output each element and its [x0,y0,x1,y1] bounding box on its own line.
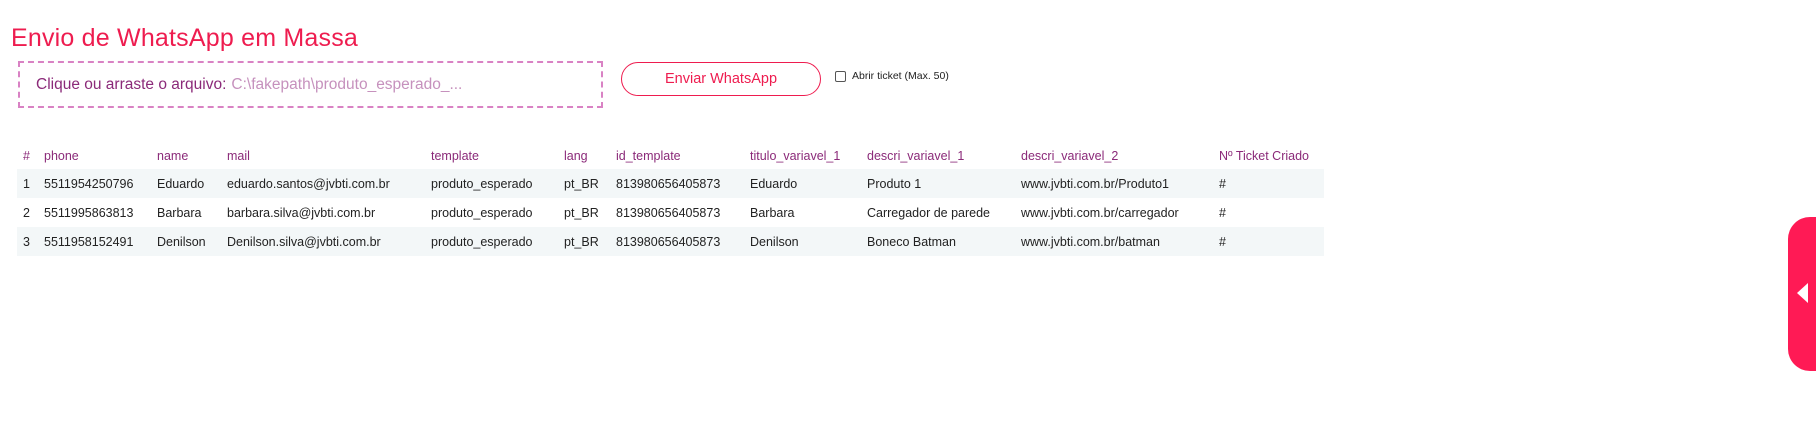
column-header-id-template: id_template [616,148,681,163]
open-ticket-label: Abrir ticket (Max. 50) [852,70,949,82]
cell-mail: Denilson.silva@jvbti.com.br [227,234,381,249]
cell-name: Barbara [157,205,202,220]
cell-phone: 5511958152491 [44,234,134,249]
cell-descri-variavel-2: www.jvbti.com.br/Produto1 [1021,176,1169,191]
cell-ticket-criado: # [1219,205,1226,220]
column-header-descri-variavel-1: descri_variavel_1 [867,148,965,163]
column-header-index: # [23,148,30,163]
cell-template: produto_esperado [431,234,533,249]
table-row: 3 5511958152491 Denilson Denilson.silva@… [17,227,1324,256]
cell-mail: eduardo.santos@jvbti.com.br [227,176,390,191]
cell-index: 2 [23,205,30,220]
cell-template: produto_esperado [431,176,533,191]
cell-index: 1 [23,176,30,191]
column-header-mail: mail [227,148,250,163]
cell-mail: barbara.silva@jvbti.com.br [227,205,376,220]
cell-ticket-criado: # [1219,176,1226,191]
caret-left-icon [1797,283,1808,303]
column-header-titulo-variavel-1: titulo_variavel_1 [750,148,841,163]
table-row: 1 5511954250796 Eduardo eduardo.santos@j… [17,169,1324,198]
file-dropzone[interactable]: Clique ou arraste o arquivo: C:\fakepath… [18,61,603,108]
cell-index: 3 [23,234,30,249]
table-header-row: # phone name mail template lang id_templ… [17,142,1324,169]
selected-filename: C:\fakepath\produto_esperado_... [231,75,463,93]
cell-phone: 5511995863813 [44,205,134,220]
page-title: Envio de WhatsApp em Massa [11,24,359,52]
cell-ticket-criado: # [1219,234,1226,249]
dropzone-label: Clique ou arraste o arquivo: [36,75,227,93]
column-header-descri-variavel-2: descri_variavel_2 [1021,148,1119,163]
table-row: 2 5511995863813 Barbara barbara.silva@jv… [17,198,1324,227]
cell-titulo-variavel-1: Eduardo [750,176,798,191]
cell-titulo-variavel-1: Barbara [750,205,795,220]
open-ticket-checkbox[interactable] [835,70,846,82]
cell-descri-variavel-1: Carregador de parede [867,205,990,220]
column-header-name: name [157,148,189,163]
cell-name: Denilson [157,234,206,249]
cell-descri-variavel-1: Boneco Batman [867,234,956,249]
contacts-table: # phone name mail template lang id_templ… [17,142,1324,256]
cell-lang: pt_BR [564,176,599,191]
cell-titulo-variavel-1: Denilson [750,234,799,249]
side-panel-toggle[interactable] [1788,217,1816,371]
send-whatsapp-button[interactable]: Enviar WhatsApp [621,62,821,96]
cell-template: produto_esperado [431,205,533,220]
cell-id-template: 813980656405873 [616,176,721,191]
open-ticket-option[interactable]: Abrir ticket (Max. 50) [835,70,949,82]
column-header-phone: phone [44,148,79,163]
column-header-template: template [431,148,479,163]
column-header-lang: lang [564,148,588,163]
cell-descri-variavel-2: www.jvbti.com.br/carregador [1021,205,1179,220]
cell-lang: pt_BR [564,234,599,249]
cell-name: Eduardo [157,176,205,191]
cell-descri-variavel-2: www.jvbti.com.br/batman [1021,234,1160,249]
cell-id-template: 813980656405873 [616,234,721,249]
cell-phone: 5511954250796 [44,176,134,191]
cell-descri-variavel-1: Produto 1 [867,176,922,191]
column-header-ticket-criado: Nº Ticket Criado [1219,148,1310,163]
cell-id-template: 813980656405873 [616,205,721,220]
cell-lang: pt_BR [564,205,599,220]
